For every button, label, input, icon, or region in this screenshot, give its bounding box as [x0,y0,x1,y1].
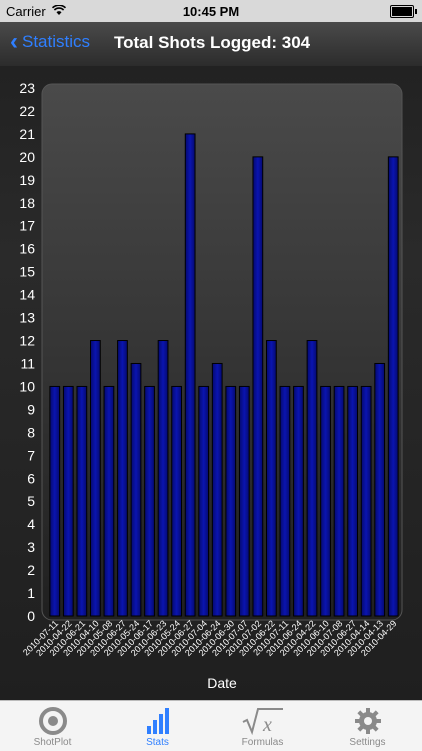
bar [320,385,331,617]
bar [387,156,399,617]
bar [306,340,318,617]
y-tick-label: 9 [27,401,35,417]
y-tick-label: 5 [27,493,35,509]
bar [76,385,88,617]
tab-settings[interactable]: Settings [315,701,420,751]
tab-formulas[interactable]: x Formulas [210,701,315,751]
y-tick-label: 10 [19,378,35,394]
bar [198,385,210,617]
bar [252,156,264,617]
bar [238,385,250,617]
sqrt-x-icon: x [242,708,283,736]
page-title: Total Shots Logged: 304 [114,33,311,52]
bar [347,385,358,617]
bar [144,385,155,617]
tab-formulas-label: Formulas [241,737,284,748]
bar [130,362,142,617]
y-tick-label: 13 [19,310,35,326]
y-tick-label: 6 [27,470,35,486]
tab-shotplot[interactable]: ShotPlot [0,701,105,751]
battery-icon [390,5,417,18]
gear-icon [355,708,381,734]
bar [171,385,182,617]
y-tick-label: 8 [27,424,35,440]
bar [374,362,386,617]
tab-bar: ShotPlot Stats x Formulas Settings [0,700,422,751]
tab-stats[interactable]: Stats [105,701,210,751]
bar [103,385,115,617]
bar-chart: 0123456789101112131415161718192021222320… [19,80,403,691]
navigation-bar: ‹ Statistics Total Shots Logged: 304 [0,22,422,67]
clock: 10:45 PM [182,4,240,19]
x-axis-label: Date [207,675,237,691]
y-tick-label: 4 [27,516,35,532]
bar [225,385,237,617]
bar [90,340,101,617]
bar [279,385,291,617]
y-tick-label: 1 [27,585,35,601]
y-tick-label: 16 [19,241,35,257]
svg-text:x: x [262,714,272,736]
y-tick-label: 11 [20,355,35,371]
bar [293,385,304,617]
y-tick-label: 20 [19,149,35,165]
bar [211,362,223,617]
target-icon [39,707,67,735]
bar [266,340,277,617]
chevron-left-icon: ‹ [10,28,18,55]
y-tick-label: 0 [27,608,35,624]
y-tick-label: 22 [19,103,35,119]
back-button-label: Statistics [22,32,91,51]
y-tick-label: 19 [19,172,35,188]
y-tick-label: 7 [27,447,35,463]
bar [360,385,372,617]
y-tick-label: 18 [19,195,35,211]
y-tick-label: 3 [27,539,35,555]
status-bar: Carrier 10:45 PM [0,0,422,22]
y-tick-label: 14 [19,287,35,303]
y-tick-label: 21 [19,126,35,142]
bar [49,385,61,617]
y-tick-label: 23 [19,80,35,96]
bar [117,340,128,617]
back-button[interactable]: ‹ Statistics [10,28,91,55]
bar [157,340,169,617]
bar [184,133,196,617]
y-tick-label: 15 [19,264,35,280]
y-tick-label: 2 [27,562,35,578]
bar [62,385,74,617]
tab-shotplot-label: ShotPlot [33,737,72,748]
bar-chart-icon [147,708,169,734]
y-tick-label: 12 [19,333,35,349]
bar [333,385,345,617]
chart-area: 0 1 2 3 4 5 6 7 8 9 10 11 12 13 14 15 16 17 18 19 20 21 22 23 20… [0,66,422,700]
tab-stats-label: Stats [146,737,169,748]
y-tick-label: 17 [19,218,35,234]
tab-settings-label: Settings [349,737,386,748]
